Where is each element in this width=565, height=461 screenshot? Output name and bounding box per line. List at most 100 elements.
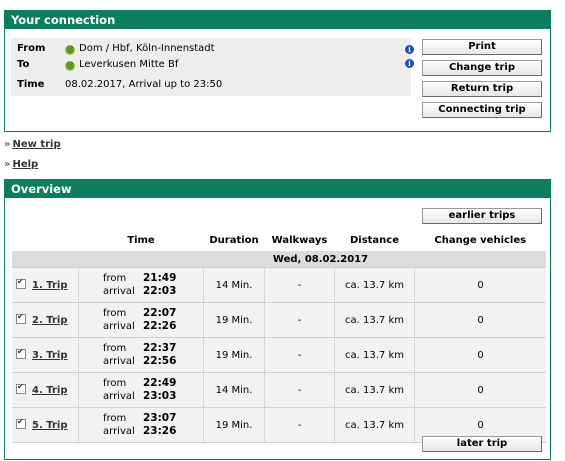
- trip-row[interactable]: 2. Trip from 22:07 arrival 22:26 19 Min.-ca. …: [12, 302, 546, 338]
- duration-column-header: Duration: [203, 229, 265, 251]
- trip-time-cell: from 21:49 arrival 22:03: [78, 267, 204, 303]
- trip-distance: ca. 13.7 km: [334, 337, 415, 373]
- trip-walkways: -: [264, 267, 335, 303]
- tram-icon: Ⓤ: [65, 45, 75, 55]
- distance-column-header: Distance: [334, 229, 415, 251]
- trip-duration: 19 Min.: [203, 407, 265, 443]
- walkways-column-header: Walkways: [264, 229, 335, 251]
- time-value: 08.02.2017, Arrival up to 23:50: [65, 79, 223, 90]
- to-station: Leverkusen Mitte Bf: [79, 59, 179, 70]
- from-row: From Ⓤ Dom / Hbf, Köln-Innenstadt i: [17, 42, 417, 56]
- from-value: Ⓤ Dom / Hbf, Köln-Innenstadt: [65, 42, 215, 56]
- departure-time: 22:49: [143, 377, 177, 389]
- new-trip-link[interactable]: » New trip: [4, 139, 61, 150]
- arrival-time: 23:26: [143, 425, 177, 437]
- date-label: Wed, 08.02.2017: [12, 251, 546, 268]
- select-column-header: [12, 229, 79, 251]
- trip-checkbox[interactable]: [16, 347, 26, 359]
- overview-panel: Overview earlier trips Time Duration Wal…: [4, 179, 551, 460]
- arrival-time-label: arrival: [103, 391, 135, 402]
- trip-link[interactable]: 3. Trip: [32, 350, 67, 361]
- trip-changes: 0: [414, 267, 546, 303]
- trip-changes: 0: [414, 372, 546, 408]
- trip-select-cell: 3. Trip: [12, 337, 79, 373]
- departure-time: 23:07: [143, 412, 177, 424]
- trip-duration: 19 Min.: [203, 337, 265, 373]
- trip-row[interactable]: 4. Trip from 22:49 arrival 23:03 14 Min.-ca. …: [12, 372, 546, 408]
- trip-select-cell: 5. Trip: [12, 407, 79, 443]
- connecting-trip-button[interactable]: Connecting trip: [422, 102, 542, 118]
- trip-walkways: -: [264, 372, 335, 408]
- from-info-icon[interactable]: i: [405, 45, 414, 54]
- trip-duration: 14 Min.: [203, 267, 265, 303]
- trip-link[interactable]: 1. Trip: [32, 280, 67, 291]
- trip-walkways: -: [264, 337, 335, 373]
- trip-duration: 19 Min.: [203, 302, 265, 338]
- arrival-time: 23:03: [143, 390, 177, 402]
- connection-panel-title: Your connection: [5, 11, 550, 29]
- trip-link[interactable]: 5. Trip: [32, 420, 67, 431]
- trip-time-cell: from 23:07 arrival 23:26: [78, 407, 204, 443]
- change-vehicles-column-header: Change vehicles: [414, 229, 546, 251]
- earlier-trips-button[interactable]: earlier trips: [422, 208, 542, 224]
- double-chevron-icon: »: [4, 159, 11, 170]
- trip-time-cell: from 22:37 arrival 22:56: [78, 337, 204, 373]
- to-label: To: [17, 59, 30, 70]
- arrival-time: 22:26: [143, 320, 177, 332]
- trip-walkways: -: [264, 302, 335, 338]
- from-time-label: from: [103, 343, 127, 354]
- new-trip-link-text[interactable]: New trip: [12, 139, 60, 150]
- help-link-text[interactable]: Help: [12, 159, 38, 170]
- trip-link[interactable]: 4. Trip: [32, 385, 67, 396]
- time-row: Time 08.02.2017, Arrival up to 23:50: [17, 78, 417, 92]
- trip-checkbox[interactable]: [16, 417, 26, 429]
- connection-details: From Ⓤ Dom / Hbf, Köln-Innenstadt i To Ⓤ L…: [11, 38, 414, 96]
- double-chevron-icon: »: [4, 139, 11, 150]
- trip-row[interactable]: 3. Trip from 22:37 arrival 22:56 19 Min.-ca. …: [12, 337, 546, 373]
- trip-checkbox[interactable]: [16, 277, 26, 289]
- print-button[interactable]: Print: [422, 39, 542, 55]
- departure-time: 22:37: [143, 342, 177, 354]
- trip-duration: 14 Min.: [203, 372, 265, 408]
- help-link[interactable]: » Help: [4, 159, 38, 170]
- arrival-time-label: arrival: [103, 426, 135, 437]
- time-column-header: Time: [78, 229, 204, 251]
- from-time-label: from: [103, 413, 127, 424]
- trip-checkbox[interactable]: [16, 382, 26, 394]
- trip-changes: 0: [414, 337, 546, 373]
- trip-distance: ca. 13.7 km: [334, 372, 415, 408]
- trip-select-cell: 1. Trip: [12, 267, 79, 303]
- trip-select-cell: 4. Trip: [12, 372, 79, 408]
- trip-time-cell: from 22:49 arrival 23:03: [78, 372, 204, 408]
- arrival-time-label: arrival: [103, 286, 135, 297]
- later-trip-button[interactable]: later trip: [422, 436, 542, 452]
- tram-icon: Ⓤ: [65, 61, 75, 71]
- change-trip-button[interactable]: Change trip: [422, 60, 542, 76]
- trip-row[interactable]: 1. Trip from 21:49 arrival 22:03 14 Min.-ca. …: [12, 267, 546, 303]
- from-station: Dom / Hbf, Köln-Innenstadt: [79, 43, 215, 54]
- from-time-label: from: [103, 308, 127, 319]
- trip-changes: 0: [414, 302, 546, 338]
- to-info-icon[interactable]: i: [405, 59, 414, 68]
- trip-link[interactable]: 2. Trip: [32, 315, 67, 326]
- to-row: To Ⓤ Leverkusen Mitte Bf i: [17, 58, 417, 72]
- return-trip-button[interactable]: Return trip: [422, 81, 542, 97]
- arrival-time-label: arrival: [103, 356, 135, 367]
- connection-panel: Your connection From Ⓤ Dom / Hbf, Köln-In…: [4, 10, 551, 132]
- from-label: From: [17, 43, 46, 54]
- overview-panel-title: Overview: [5, 180, 550, 198]
- trip-checkbox[interactable]: [16, 312, 26, 324]
- trip-select-cell: 2. Trip: [12, 302, 79, 338]
- trip-time-cell: from 22:07 arrival 22:26: [78, 302, 204, 338]
- departure-time: 21:49: [143, 272, 177, 284]
- date-row: Wed, 08.02.2017: [12, 251, 546, 268]
- trip-distance: ca. 13.7 km: [334, 407, 415, 443]
- departure-time: 22:07: [143, 307, 177, 319]
- arrival-time: 22:56: [143, 355, 177, 367]
- table-header-row: Time Duration Walkways Distance Change v…: [12, 229, 546, 251]
- trip-distance: ca. 13.7 km: [334, 267, 415, 303]
- from-time-label: from: [103, 378, 127, 389]
- arrival-time: 22:03: [143, 285, 177, 297]
- from-time-label: from: [103, 273, 127, 284]
- trip-distance: ca. 13.7 km: [334, 302, 415, 338]
